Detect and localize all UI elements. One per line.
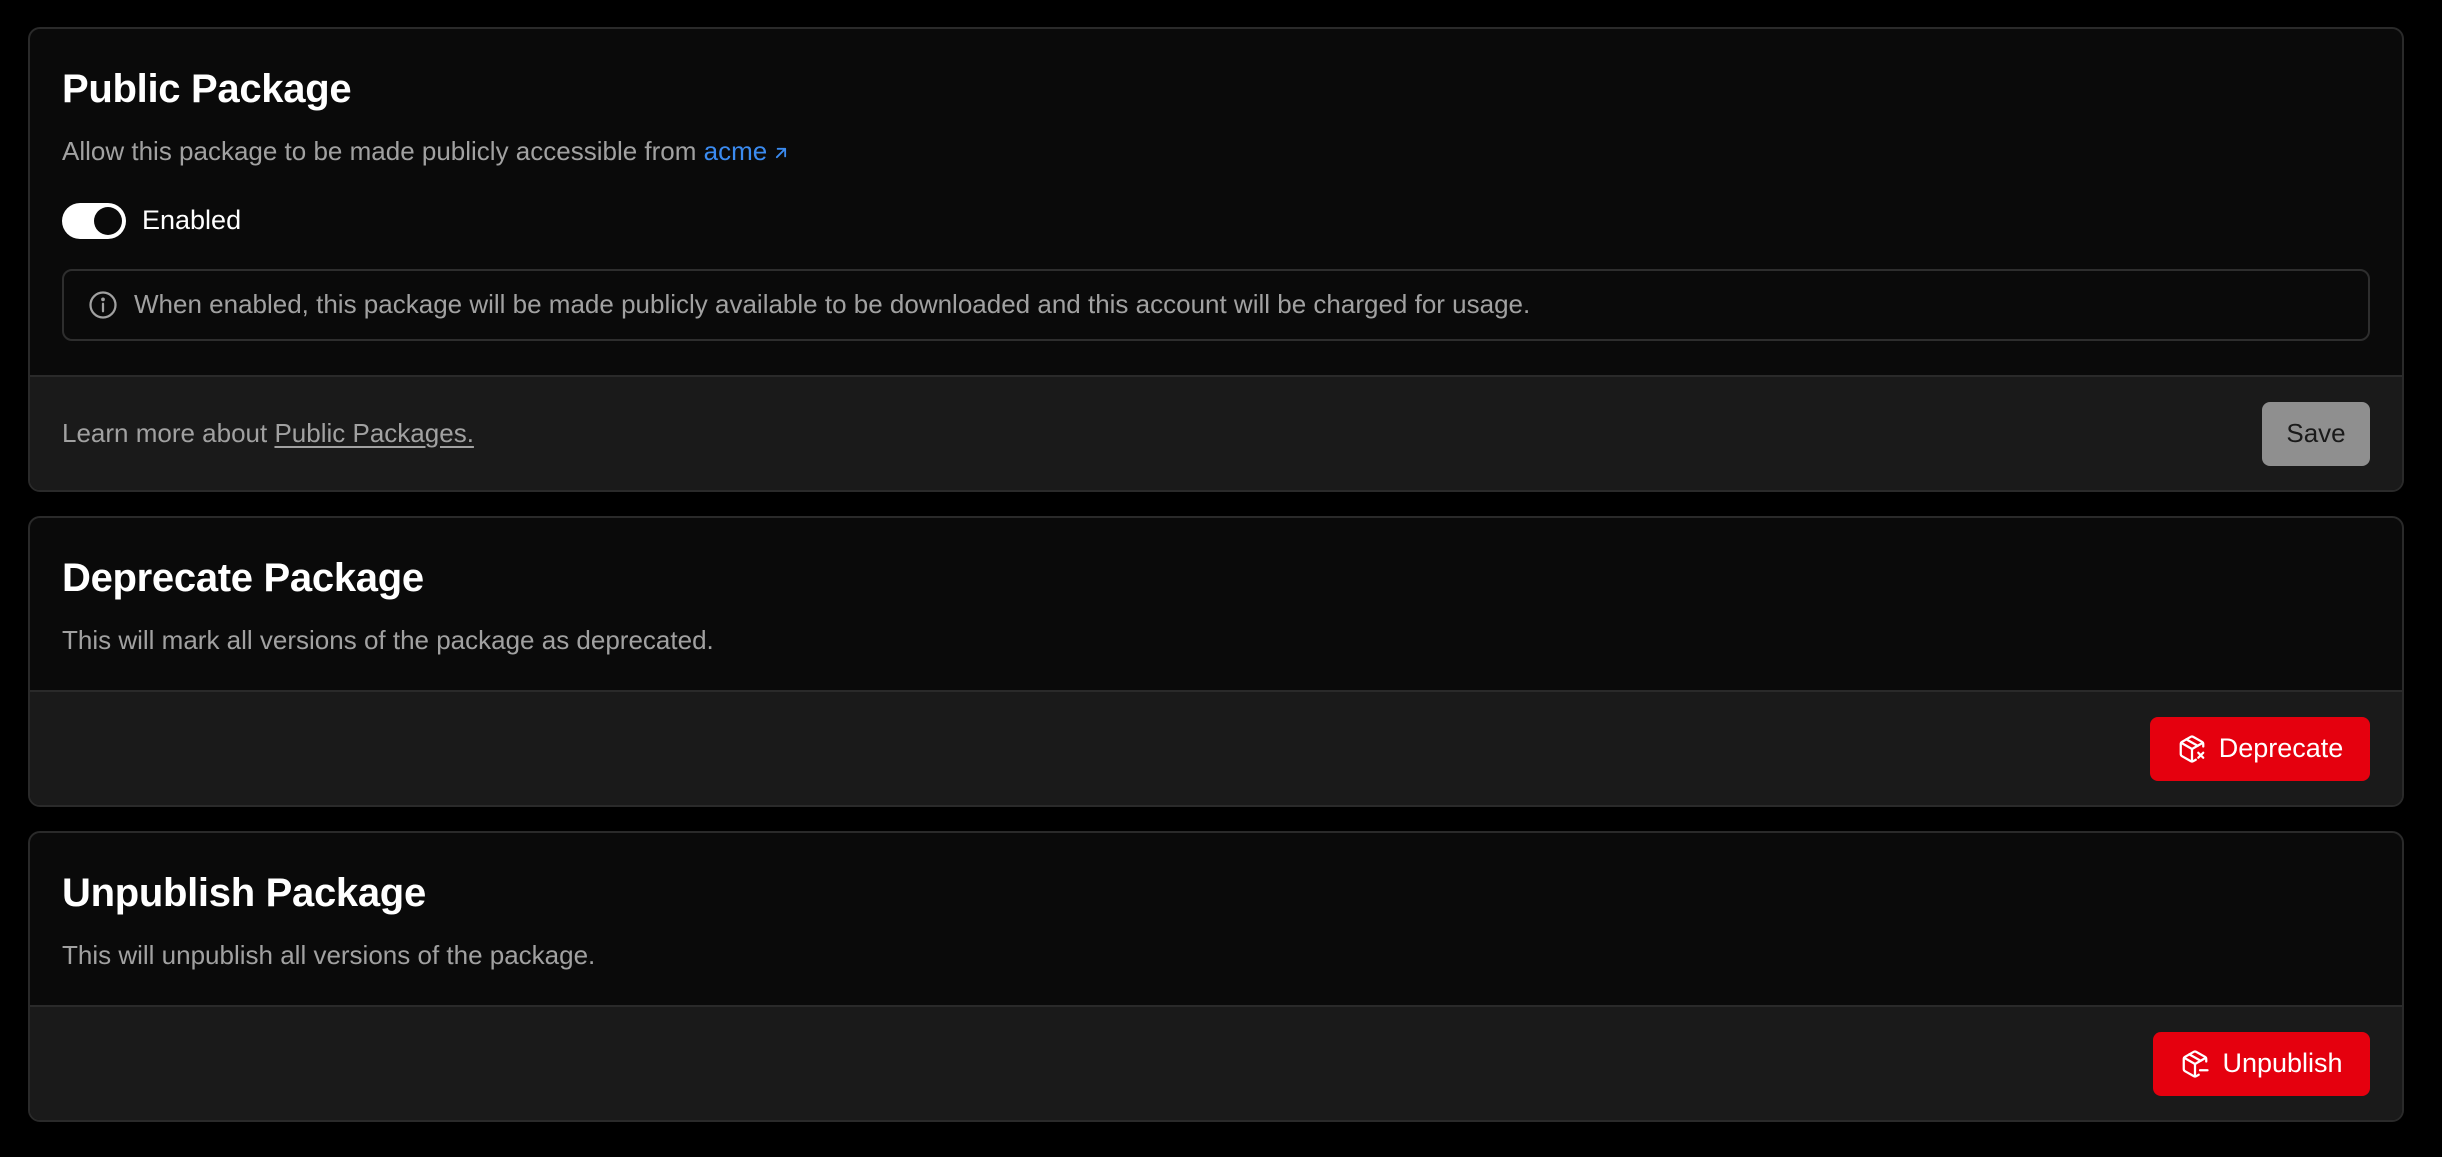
unpublish-package-body: Unpublish Package This will unpublish al…: [30, 833, 2402, 973]
save-button[interactable]: Save: [2262, 401, 2370, 466]
public-package-description-text: Allow this package to be made publicly a…: [62, 136, 704, 166]
arrow-up-right-icon: [776, 147, 787, 159]
acme-link-label: acme: [703, 136, 768, 166]
public-package-body: Public Package Allow this package to be …: [30, 29, 2402, 341]
toggle-label: Enabled: [142, 205, 242, 236]
unpublish-button[interactable]: Unpublish: [2153, 1031, 2370, 1096]
package-x-icon: [2179, 734, 2205, 763]
public-package-title: Public Package: [62, 67, 352, 111]
unpublish-package-card: Unpublish Package This will unpublish al…: [28, 831, 2404, 1122]
settings-page: Public Package Allow this package to be …: [0, 0, 2442, 1157]
unpublish-package-title: Unpublish Package: [62, 871, 426, 915]
deprecate-package-body: Deprecate Package This will mark all ver…: [30, 518, 2402, 658]
info-icon: [89, 291, 117, 319]
package-minus-icon: [2183, 1049, 2210, 1078]
public-toggle-row: Enabled: [62, 202, 2370, 239]
learn-more-text: Learn more about Public Packages.: [62, 418, 474, 449]
public-package-card: Public Package Allow this package to be …: [28, 27, 2404, 492]
deprecate-button-label: Deprecate: [2218, 733, 2344, 763]
learn-more-prefix: Learn more about: [62, 418, 275, 448]
toggle-knob: [94, 206, 122, 235]
deprecate-package-footer: Deprecate: [30, 690, 2402, 805]
unpublish-button-label: Unpublish: [2222, 1048, 2343, 1078]
deprecate-package-card: Deprecate Package This will mark all ver…: [28, 516, 2404, 807]
public-packages-link[interactable]: Public Packages.: [274, 418, 473, 448]
unpublish-package-description: This will unpublish all versions of the …: [62, 940, 596, 970]
deprecate-package-description: This will mark all versions of the packa…: [62, 625, 714, 655]
acme-link[interactable]: acme: [704, 136, 792, 166]
public-package-footer: Learn more about Public Packages. Save: [30, 375, 2402, 490]
public-notice: When enabled, this package will be made …: [62, 268, 2370, 341]
public-toggle[interactable]: [62, 202, 126, 239]
notice-text: When enabled, this package will be made …: [134, 289, 1531, 320]
public-package-description: Allow this package to be made publicly a…: [62, 135, 2370, 169]
unpublish-package-footer: Unpublish: [30, 1005, 2402, 1120]
deprecate-button[interactable]: Deprecate: [2150, 716, 2370, 781]
deprecate-package-title: Deprecate Package: [62, 556, 424, 600]
